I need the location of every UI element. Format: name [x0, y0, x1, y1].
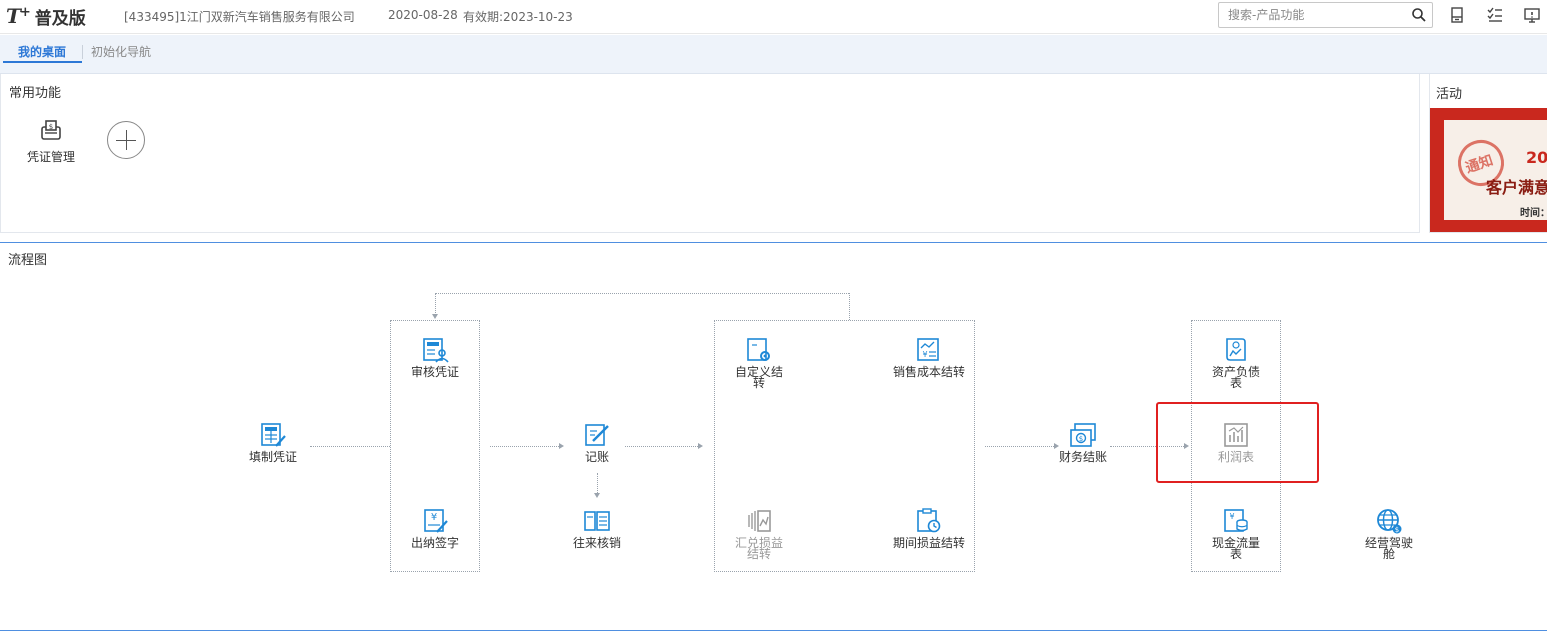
task-list-icon[interactable]	[1486, 6, 1504, 24]
tab-bar: 我的桌面 初始化导航	[0, 35, 1547, 74]
common-functions-title: 常用功能	[9, 86, 62, 101]
tab-init-guide[interactable]: 初始化导航	[91, 43, 151, 63]
save-icon[interactable]	[1448, 6, 1466, 24]
validity-date: 有效期:2023-10-23	[463, 10, 573, 24]
loop-connector	[435, 293, 849, 294]
node-label: 往来核销	[572, 536, 621, 550]
connector	[597, 473, 598, 493]
svg-text:$: $	[49, 123, 53, 131]
node-sales-cost-transfer[interactable]: ¥ 销售成本结转	[884, 336, 974, 378]
node-label: 现金流量表	[1211, 536, 1260, 561]
banner-year: 20	[1526, 148, 1547, 167]
arrow-down	[432, 314, 438, 319]
node-label: 经营驾驶舱	[1364, 536, 1413, 561]
fill-voucher-icon	[261, 423, 286, 447]
voucher-manage-icon: $	[41, 120, 61, 140]
node-label: 财务结账	[1058, 450, 1107, 464]
shortcut-voucher-manage[interactable]: $ 凭证管理	[23, 118, 79, 165]
flow-panel-border	[0, 242, 1547, 243]
activity-panel: 活动 通知 20 客户满意 时间：2(	[1429, 74, 1547, 233]
custom-transfer-icon	[747, 338, 770, 361]
connector	[310, 446, 390, 447]
login-date: 2020-08-28	[388, 8, 458, 22]
banner-headline: 客户满意	[1486, 178, 1547, 197]
node-balance-sheet[interactable]: 资产负债表	[1191, 336, 1281, 389]
fx-gain-loss-icon	[748, 510, 771, 532]
closing-icon: $	[1070, 423, 1096, 447]
node-label: 记账	[584, 450, 609, 464]
node-bookkeeping[interactable]: 记账	[552, 421, 642, 463]
node-period-profit-loss[interactable]: 期间损益结转	[884, 507, 974, 549]
shortcut-label: 凭证管理	[26, 150, 75, 164]
node-label: 审核凭证	[410, 365, 459, 379]
arrow-right	[698, 443, 703, 449]
activity-banner[interactable]: 通知 20 客户满意 时间：2(	[1430, 108, 1547, 232]
cash-flow-icon: ¥	[1224, 509, 1248, 532]
common-functions-panel: 常用功能 $ 凭证管理	[0, 74, 1420, 233]
tab-divider	[82, 45, 83, 59]
search-box	[1218, 2, 1433, 28]
node-label: 期间损益结转	[892, 536, 965, 550]
connector	[490, 446, 559, 447]
node-label: 出纳签字	[410, 536, 459, 550]
svg-text:¥: ¥	[431, 512, 437, 523]
logo-t: T	[6, 4, 21, 28]
node-cashier-sign[interactable]: ¥ 出纳签字	[390, 507, 480, 549]
node-label: 汇兑损益结转	[734, 536, 783, 561]
node-custom-transfer[interactable]: 自定义结转	[714, 336, 804, 389]
loop-connector	[435, 293, 436, 315]
node-label: 填制凭证	[248, 450, 297, 464]
activity-title: 活动	[1436, 87, 1463, 102]
flow-title: 流程图	[8, 253, 48, 268]
search-icon[interactable]	[1411, 7, 1427, 23]
globe-icon: $	[1377, 509, 1402, 534]
svg-text:$: $	[1395, 526, 1399, 534]
add-shortcut-button[interactable]	[107, 121, 145, 159]
bookkeeping-icon	[585, 424, 609, 446]
arrow-down	[594, 493, 600, 498]
tab-my-desktop[interactable]: 我的桌面	[18, 43, 66, 63]
loop-connector	[849, 293, 850, 320]
logo-plus: +	[19, 4, 31, 20]
node-reconcile[interactable]: 往来核销	[552, 507, 642, 549]
active-tab-indicator	[3, 61, 82, 63]
banner-time: 时间：2(	[1520, 208, 1547, 219]
node-audit-voucher[interactable]: 审核凭证	[390, 336, 480, 378]
node-fx-gain-loss[interactable]: 汇兑损益结转	[714, 507, 804, 560]
logo-edition: 普及版	[34, 8, 86, 29]
message-icon[interactable]	[1523, 6, 1541, 24]
node-fill-voucher[interactable]: 填制凭证	[228, 421, 318, 463]
product-logo: T + 普及版	[6, 4, 86, 29]
company-name: [433495]1江门双新汽车销售服务有限公司	[124, 10, 355, 24]
node-label: 销售成本结转	[892, 365, 965, 379]
income-statement-highlight	[1156, 402, 1319, 483]
svg-text:¥: ¥	[1229, 512, 1234, 521]
top-bar: T + 普及版 [433495]1江门双新汽车销售服务有限公司 2020-08-…	[0, 0, 1547, 34]
audit-voucher-icon	[423, 338, 449, 363]
sales-cost-icon: ¥	[917, 338, 939, 361]
search-input[interactable]	[1219, 3, 1404, 27]
node-label: 资产负债表	[1211, 365, 1260, 390]
flow-panel-border	[0, 630, 1547, 631]
node-closing[interactable]: $ 财务结账	[1038, 421, 1128, 463]
banner-card: 通知 20 客户满意 时间：2(	[1444, 120, 1547, 220]
svg-text:$: $	[1079, 435, 1083, 443]
node-business-cockpit[interactable]: $ 经营驾驶舱	[1344, 507, 1434, 560]
reconcile-icon	[584, 511, 610, 531]
cashier-sign-icon: ¥	[424, 509, 448, 533]
node-label: 自定义结转	[734, 365, 783, 390]
balance-sheet-icon	[1226, 338, 1246, 361]
period-profit-loss-icon	[917, 508, 941, 533]
node-cash-flow[interactable]: ¥ 现金流量表	[1191, 507, 1281, 560]
svg-text:¥: ¥	[922, 350, 927, 359]
